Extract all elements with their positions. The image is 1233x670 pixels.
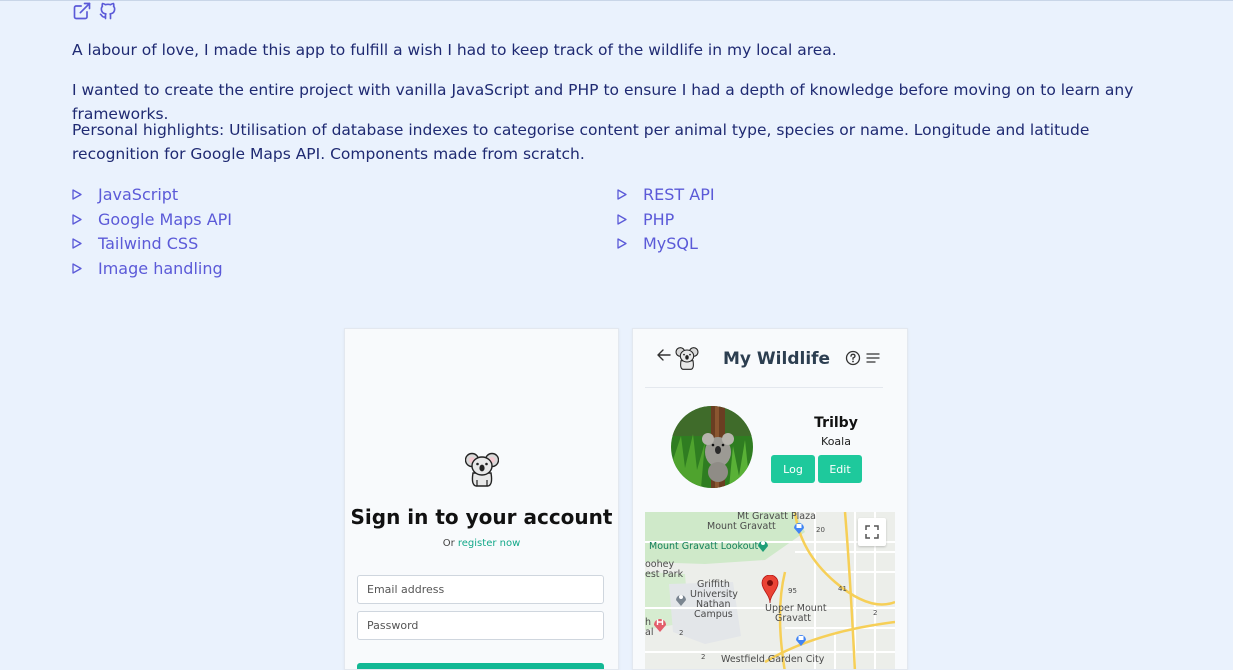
hospital-marker-icon (654, 619, 666, 632)
password-field[interactable] (357, 611, 604, 640)
triangle-icon (72, 213, 98, 225)
map-label: Mount Gravatt Lookout (649, 541, 759, 552)
route-shield: 41 (838, 585, 847, 593)
tech-item: REST API (617, 182, 715, 207)
map-label: est Park (645, 569, 684, 580)
menu-icon[interactable] (865, 350, 881, 366)
log-button[interactable]: Log (771, 455, 815, 483)
signin-screenshot: Sign in to your account Or register now (344, 328, 619, 670)
tech-item-label: PHP (643, 209, 675, 229)
triangle-icon (617, 189, 643, 200)
description-paragraph-1: A labour of love, I made this app to ful… (72, 41, 837, 59)
animal-species: Koala (821, 435, 851, 448)
location-pin-icon (761, 575, 779, 603)
back-arrow-icon[interactable] (656, 347, 672, 363)
or-text: Or (442, 538, 455, 549)
fullscreen-icon (865, 525, 879, 539)
triangle-icon (72, 189, 98, 200)
wildlife-screenshot: My Wildlife Trilby Koala Log Edit Mt Gra… (632, 328, 908, 670)
tech-list-left: JavaScript Google Maps API Tailwind CSS … (72, 182, 232, 281)
route-shield: 2 (873, 609, 878, 617)
tech-item-label: JavaScript (98, 184, 179, 204)
map-label: Gravatt (775, 613, 811, 624)
tech-item-label: Google Maps API (98, 209, 233, 229)
tech-list-right: REST API PHP MySQL (617, 182, 715, 256)
animal-avatar (671, 406, 753, 488)
koala-logo-icon (675, 347, 699, 370)
tech-item-label: Tailwind CSS (98, 234, 199, 254)
external-link-icon[interactable] (72, 1, 92, 21)
tech-item: Tailwind CSS (72, 231, 232, 256)
tech-item: JavaScript (72, 182, 232, 207)
route-shield: 20 (816, 526, 825, 534)
shopping-marker-icon (794, 523, 804, 534)
google-map[interactable]: Mt Gravatt Plaza Mount Gravatt Mount Gra… (645, 512, 895, 669)
place-marker-icon (676, 595, 686, 606)
map-label: Mount Gravatt (707, 521, 776, 532)
help-icon[interactable] (845, 350, 861, 366)
sign-in-button[interactable] (357, 663, 604, 669)
tech-item: MySQL (617, 231, 715, 256)
route-shield: 2 (679, 629, 684, 637)
tech-item: PHP (617, 207, 715, 232)
route-shield: 2 (701, 653, 706, 661)
fullscreen-button[interactable] (858, 518, 886, 546)
tech-item-label: REST API (643, 184, 715, 204)
shopping-marker-icon (796, 635, 806, 646)
header-divider (645, 387, 883, 388)
tech-item: Image handling (72, 256, 232, 281)
route-shield: 95 (788, 587, 797, 595)
tech-item-label: MySQL (643, 234, 698, 254)
triangle-icon (617, 213, 643, 225)
tech-item-label: Image handling (98, 258, 223, 278)
triangle-icon (72, 263, 98, 274)
animal-name: Trilby (814, 415, 858, 431)
triangle-icon (617, 238, 643, 249)
triangle-icon (72, 238, 98, 249)
github-icon[interactable] (98, 1, 118, 21)
email-field[interactable] (357, 575, 604, 604)
tech-item: Google Maps API (72, 207, 232, 232)
top-border (0, 0, 1233, 1)
koala-logo-icon (465, 452, 499, 487)
park-marker-icon (758, 541, 768, 552)
edit-button[interactable]: Edit (818, 455, 862, 483)
register-link[interactable]: register now (458, 538, 520, 549)
map-label: Campus (694, 609, 733, 620)
app-title: My Wildlife (723, 349, 831, 369)
signin-title: Sign in to your account (350, 505, 613, 529)
map-label: Westfield Garden City (721, 654, 825, 665)
project-links (72, 1, 118, 21)
register-prompt: Or register now (345, 538, 618, 549)
description-paragraph-3: Personal highlights: Utilisation of data… (72, 121, 1090, 163)
